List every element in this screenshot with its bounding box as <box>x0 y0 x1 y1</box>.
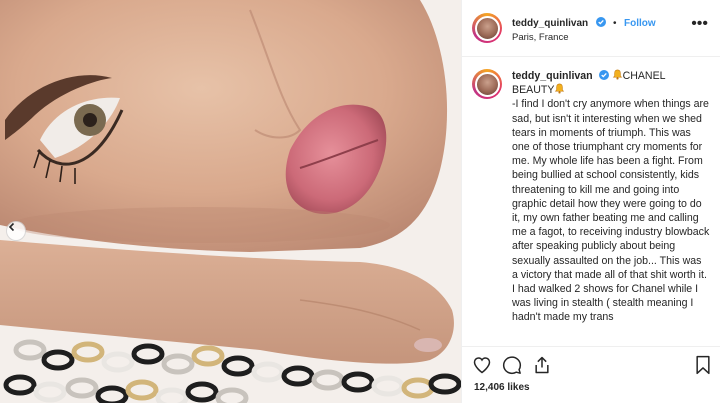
post-side-panel: teddy_quinlivan • Follow Paris, France •… <box>462 0 720 403</box>
separator-dot: • <box>613 18 617 30</box>
caption-body: -I find I don't cry anymore when things … <box>512 98 710 324</box>
bell-emoji-icon <box>555 83 565 94</box>
action-bar <box>472 355 712 377</box>
caption-text: teddy_quinlivan CHANEL BEAUTY -I find I … <box>512 69 710 346</box>
share-button[interactable] <box>532 355 554 377</box>
heart-icon <box>473 357 491 374</box>
actions-divider <box>462 346 720 347</box>
portrait-illustration <box>0 0 461 403</box>
like-button[interactable] <box>472 355 494 377</box>
avatar[interactable] <box>472 13 502 43</box>
follow-button[interactable]: Follow <box>624 18 656 29</box>
bell-emoji-icon <box>612 69 622 80</box>
caption-username[interactable]: teddy_quinlivan <box>512 70 593 82</box>
header-username[interactable]: teddy_quinlivan <box>512 18 588 29</box>
verified-badge-icon <box>595 17 606 28</box>
carousel-prev-button[interactable] <box>6 221 26 241</box>
post-header: teddy_quinlivan • Follow Paris, France •… <box>462 0 720 57</box>
verified-badge-icon <box>598 70 609 80</box>
caption-area: teddy_quinlivan CHANEL BEAUTY -I find I … <box>462 57 720 346</box>
comment-button[interactable] <box>502 355 524 377</box>
chevron-left-icon <box>8 222 15 232</box>
post-photo[interactable] <box>0 0 461 403</box>
more-options-icon[interactable]: ••• <box>691 16 708 32</box>
caption-avatar[interactable] <box>472 69 502 99</box>
share-icon <box>535 356 549 374</box>
save-button[interactable] <box>694 355 716 377</box>
location-link[interactable]: Paris, France <box>512 32 656 44</box>
comment-icon <box>502 356 522 375</box>
bookmark-icon <box>696 355 710 375</box>
likes-count[interactable]: 12,406 likes <box>474 382 530 393</box>
